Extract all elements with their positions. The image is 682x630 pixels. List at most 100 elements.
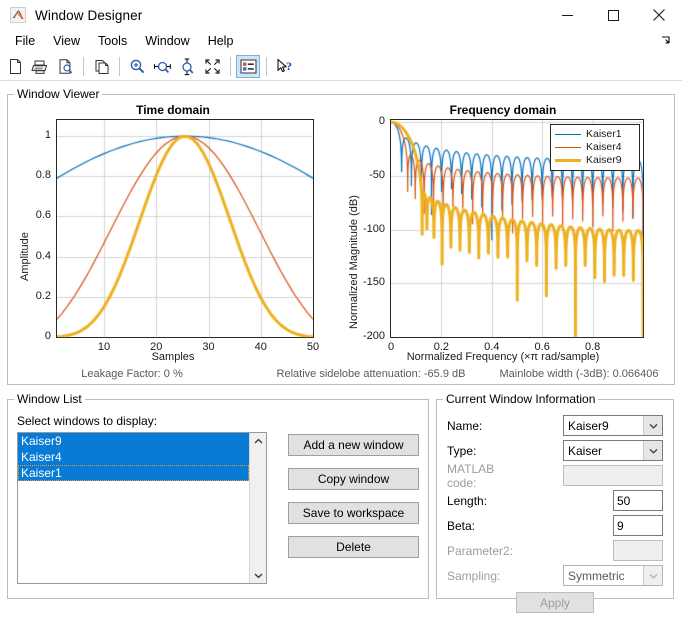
copy-button[interactable]: [89, 55, 113, 78]
name-dropdown-value: Kaiser9: [564, 419, 643, 433]
field-row-name: Name: Kaiser9: [447, 415, 663, 436]
list-item[interactable]: Kaiser9: [18, 433, 249, 449]
apply-row: Apply: [447, 592, 663, 613]
name-dropdown[interactable]: Kaiser9: [563, 415, 663, 436]
sampling-control: Symmetric: [519, 565, 663, 586]
close-button[interactable]: [636, 0, 682, 30]
svg-text:?: ?: [286, 59, 292, 73]
frequency-domain-ylabel: Normalized Magnitude (dB): [348, 195, 360, 329]
name-label: Name:: [447, 419, 519, 433]
frequency-domain-tick-label: -150: [363, 276, 385, 288]
fit-to-view-icon[interactable]: [200, 55, 224, 78]
chevron-down-icon[interactable]: [254, 567, 263, 583]
maximize-button[interactable]: [590, 0, 636, 30]
sampling-dropdown-value: Symmetric: [564, 569, 643, 583]
time-domain-xlabel: Samples: [8, 351, 338, 363]
sampling-dropdown: Symmetric: [563, 565, 663, 586]
chevron-down-icon: [643, 566, 662, 585]
parameter2-control: [519, 540, 663, 561]
beta-label: Beta:: [447, 519, 519, 533]
beta-field[interactable]: 9: [613, 515, 663, 536]
zoom-horizontal-icon[interactable]: [150, 55, 174, 78]
print-preview-button[interactable]: [53, 55, 77, 78]
save-to-workspace-button[interactable]: Save to workspace: [288, 502, 419, 524]
frequency-domain-tick-label: 0.6: [535, 341, 550, 353]
chevron-down-icon[interactable]: [643, 416, 662, 435]
frequency-domain-title: Frequency domain: [338, 103, 668, 117]
window-listbox-scrollbar[interactable]: [249, 433, 266, 583]
legend-swatch-kaiser1: [555, 134, 581, 135]
parameter2-label: Parameter2:: [447, 544, 519, 558]
mainlobe-width-status: Mainlobe width (-3dB): 0.066406: [486, 368, 672, 380]
type-control: Kaiser: [519, 440, 663, 461]
length-label: Length:: [447, 494, 519, 508]
zoom-in-button[interactable]: [125, 55, 149, 78]
window-listbox-items[interactable]: Kaiser9Kaiser4Kaiser1: [18, 433, 249, 583]
time-domain-plot[interactable]: Time domain Amplitude Samples 1020304050…: [8, 101, 338, 369]
viewer-status-row: Leakage Factor: 0 % Relative sidelobe at…: [8, 368, 674, 380]
legend-panel-icon[interactable]: [236, 55, 260, 78]
frequency-domain-axes: Kaiser1 Kaiser4 Kaiser9: [390, 119, 644, 338]
list-item[interactable]: Kaiser4: [18, 449, 249, 465]
frequency-domain-tick-label: -200: [363, 330, 385, 342]
sampling-label: Sampling:: [447, 569, 519, 583]
matlab-code-label: MATLAB code:: [447, 462, 519, 490]
chevron-down-icon[interactable]: [643, 441, 662, 460]
window-list-inner: Select windows to display: Kaiser9Kaiser…: [8, 406, 428, 598]
name-control: Kaiser9: [519, 415, 663, 436]
legend-entry-kaiser4: Kaiser4: [555, 141, 635, 154]
length-field[interactable]: 50: [613, 490, 663, 511]
field-row-beta: Beta: 9: [447, 515, 663, 536]
list-item[interactable]: Kaiser1: [18, 465, 249, 481]
window-title: Window Designer: [35, 8, 142, 23]
toolbar-separator: [119, 57, 120, 76]
chevron-up-icon[interactable]: [254, 433, 263, 449]
window-list-legend: Window List: [14, 392, 85, 406]
frequency-domain-tick-label: 0: [388, 341, 394, 353]
undock-arrow-icon[interactable]: [660, 34, 674, 48]
window-viewer-panel: Window Viewer Time domain Amplitude Samp…: [7, 87, 675, 385]
menu-tools[interactable]: Tools: [89, 32, 136, 51]
menu-view[interactable]: View: [44, 32, 89, 51]
legend-swatch-kaiser9: [555, 159, 581, 162]
menu-window[interactable]: Window: [136, 32, 198, 51]
matlab-code-control: [519, 465, 663, 486]
menu-file[interactable]: File: [6, 32, 44, 51]
type-dropdown[interactable]: Kaiser: [563, 440, 663, 461]
main-content: Window Viewer Time domain Amplitude Samp…: [0, 87, 682, 599]
window-list-caption: Select windows to display:: [17, 414, 419, 428]
frequency-domain-tick-label: 0.8: [585, 341, 600, 353]
frequency-domain-tick-label: -100: [363, 223, 385, 235]
legend-label-kaiser1: Kaiser1: [586, 129, 622, 140]
copy-window-button[interactable]: Copy window: [288, 468, 419, 490]
minimize-button[interactable]: [544, 0, 590, 30]
new-window-button[interactable]: [3, 55, 27, 78]
parameter2-field: [613, 540, 663, 561]
frequency-domain-plot[interactable]: Frequency domain Kaiser1 Kaiser4: [338, 101, 668, 369]
time-domain-tick-label: 0.2: [36, 290, 51, 302]
matlab-code-field: [563, 465, 663, 486]
menu-help[interactable]: Help: [199, 32, 243, 51]
lower-row: Window List Select windows to display: K…: [7, 392, 675, 599]
type-label: Type:: [447, 444, 519, 458]
title-bar: Window Designer: [0, 0, 682, 30]
time-domain-tick-label: 1: [45, 129, 51, 141]
add-a-new-window-button[interactable]: Add a new window: [288, 434, 419, 456]
frequency-domain-legend[interactable]: Kaiser1 Kaiser4 Kaiser9: [550, 124, 640, 171]
frequency-domain-tick-label: 0.4: [484, 341, 499, 353]
field-row-length: Length: 50: [447, 490, 663, 511]
legend-entry-kaiser9: Kaiser9: [555, 154, 635, 167]
viewer-inner: Time domain Amplitude Samples 1020304050…: [8, 101, 674, 384]
delete-button[interactable]: Delete: [288, 536, 419, 558]
window-listbox[interactable]: Kaiser9Kaiser4Kaiser1: [17, 432, 267, 584]
toolbar-separator: [230, 57, 231, 76]
current-window-info-legend: Current Window Information: [443, 392, 598, 406]
relative-sidelobe-status: Relative sidelobe attenuation: -65.9 dB: [256, 368, 486, 380]
time-domain-tick-label: 10: [98, 341, 110, 353]
time-domain-ylabel: Amplitude: [19, 232, 31, 281]
zoom-vertical-icon[interactable]: [175, 55, 199, 78]
time-domain-tick-label: 0.6: [36, 209, 51, 221]
frequency-domain-tick-label: -50: [369, 169, 385, 181]
help-arrow-icon[interactable]: ?: [272, 55, 296, 78]
print-button[interactable]: [28, 55, 52, 78]
